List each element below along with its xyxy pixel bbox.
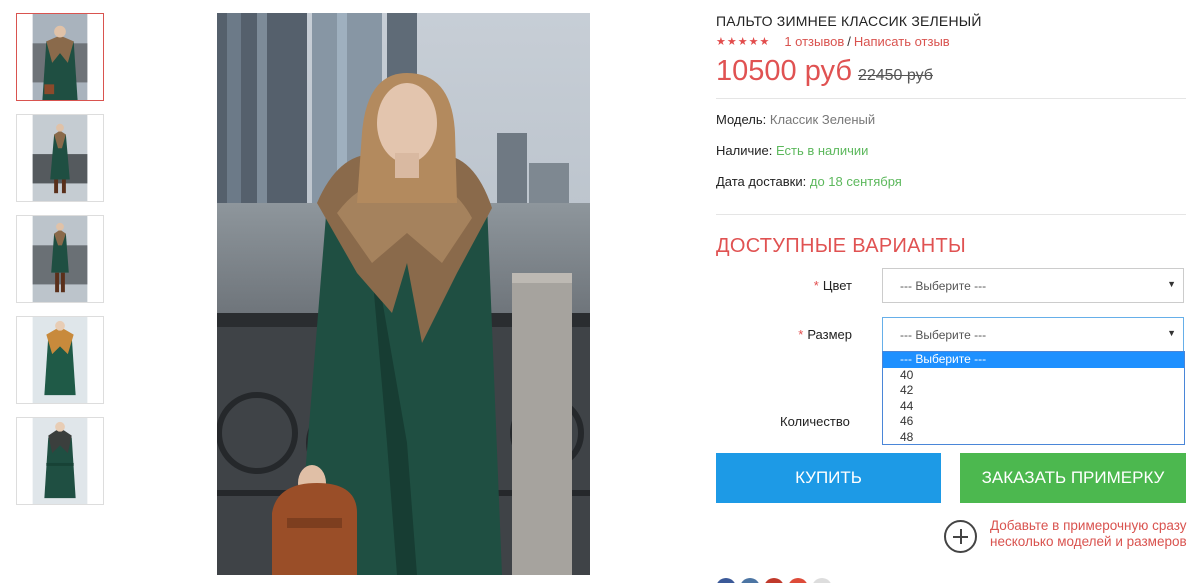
size-label: * Размер: [798, 327, 852, 342]
quantity-label: Количество: [780, 414, 850, 429]
color-option-row: * Цвет --- Выберите --- ▼: [716, 268, 1186, 304]
divider: [716, 214, 1186, 215]
color-select[interactable]: --- Выберите --- ▼: [882, 268, 1184, 303]
size-option[interactable]: 48: [883, 430, 1184, 446]
thumbnail-3[interactable]: [16, 215, 104, 303]
thumbnail-image: [17, 317, 103, 403]
write-review-link[interactable]: Написать отзыв: [854, 34, 950, 49]
pinterest-icon[interactable]: [764, 578, 784, 583]
thumbnail-4[interactable]: [16, 316, 104, 404]
thumbnail-image: [17, 418, 103, 504]
size-option-row: * Размер --- Выберите --- ▼: [716, 317, 1186, 353]
reviews-link[interactable]: 1 отзывов: [784, 34, 844, 49]
rating-row: ★★★★★ 1 отзывов / Написать отзыв: [716, 34, 1186, 49]
thumbnail-5[interactable]: [16, 417, 104, 505]
share-buttons: [716, 578, 832, 583]
thumbnail-image: [17, 115, 103, 201]
link-separator: /: [847, 34, 851, 49]
size-select-value: --- Выберите ---: [900, 328, 987, 342]
product-specs: Модель: Классик Зеленый Наличие: Есть в …: [716, 99, 1186, 214]
main-product-photo[interactable]: [217, 13, 590, 575]
size-option[interactable]: 42: [883, 383, 1184, 399]
size-option[interactable]: 44: [883, 399, 1184, 415]
size-option[interactable]: 40: [883, 368, 1184, 384]
size-dropdown-list: --- Выберите --- 40 42 44 46 48: [882, 351, 1185, 445]
size-option[interactable]: 46: [883, 414, 1184, 430]
product-info: ПАЛЬТО ЗИМНЕЕ КЛАССИК ЗЕЛЕНЫЙ ★★★★★ 1 от…: [716, 13, 1186, 258]
old-price: 22450 руб: [857, 67, 933, 84]
size-option[interactable]: --- Выберите ---: [883, 352, 1184, 368]
chevron-down-icon: ▼: [1167, 328, 1176, 338]
thumbnail-image: [17, 216, 103, 302]
current-price: 10500 руб: [716, 55, 852, 87]
price-row: 10500 руб 22450 руб: [716, 55, 1186, 88]
color-label-text: Цвет: [822, 278, 852, 293]
spec-label: Модель:: [716, 112, 767, 127]
color-select-value: --- Выберите ---: [900, 279, 987, 293]
star-rating-icon: ★★★★★: [716, 36, 771, 48]
spec-label: Наличие:: [716, 143, 773, 158]
required-mark: *: [798, 327, 804, 342]
facebook-icon[interactable]: [716, 578, 736, 583]
options-heading: ДОСТУПНЫЕ ВАРИАНТЫ: [716, 235, 967, 257]
spec-availability: Наличие: Есть в наличии: [716, 142, 1186, 173]
plus-circle-icon[interactable]: [944, 520, 977, 553]
thumbnail-image: [17, 14, 103, 100]
color-label: * Цвет: [814, 278, 852, 293]
thumbnail-list: [16, 13, 104, 518]
spec-delivery-date: Дата доставки: до 18 сентября: [716, 173, 1186, 204]
model-in-coat-image: [217, 13, 590, 575]
size-select[interactable]: --- Выберите --- ▼: [882, 317, 1184, 352]
spec-model: Модель: Классик Зеленый: [716, 111, 1186, 142]
vk-icon[interactable]: [740, 578, 760, 583]
buy-button[interactable]: КУПИТЬ: [716, 453, 941, 503]
thumbnail-2[interactable]: [16, 114, 104, 202]
thumbnail-1[interactable]: [16, 13, 104, 101]
spec-value: Есть в наличии: [775, 143, 869, 158]
order-fitting-button[interactable]: ЗАКАЗАТЬ ПРИМЕРКУ: [960, 453, 1186, 503]
google-plus-icon[interactable]: [788, 578, 808, 583]
product-title: ПАЛЬТО ЗИМНЕЕ КЛАССИК ЗЕЛЕНЫЙ: [716, 13, 982, 29]
spec-label: Дата доставки:: [716, 174, 807, 189]
spec-value: до 18 сентября: [809, 174, 902, 189]
required-mark: *: [813, 278, 819, 293]
chevron-down-icon: ▼: [1167, 279, 1176, 289]
add-to-fitting-text[interactable]: Добавьте в примерочную сразу несколько м…: [990, 518, 1195, 550]
more-share-icon[interactable]: [812, 578, 832, 583]
size-label-text: Размер: [807, 327, 852, 342]
spec-value: Классик Зеленый: [769, 112, 876, 127]
